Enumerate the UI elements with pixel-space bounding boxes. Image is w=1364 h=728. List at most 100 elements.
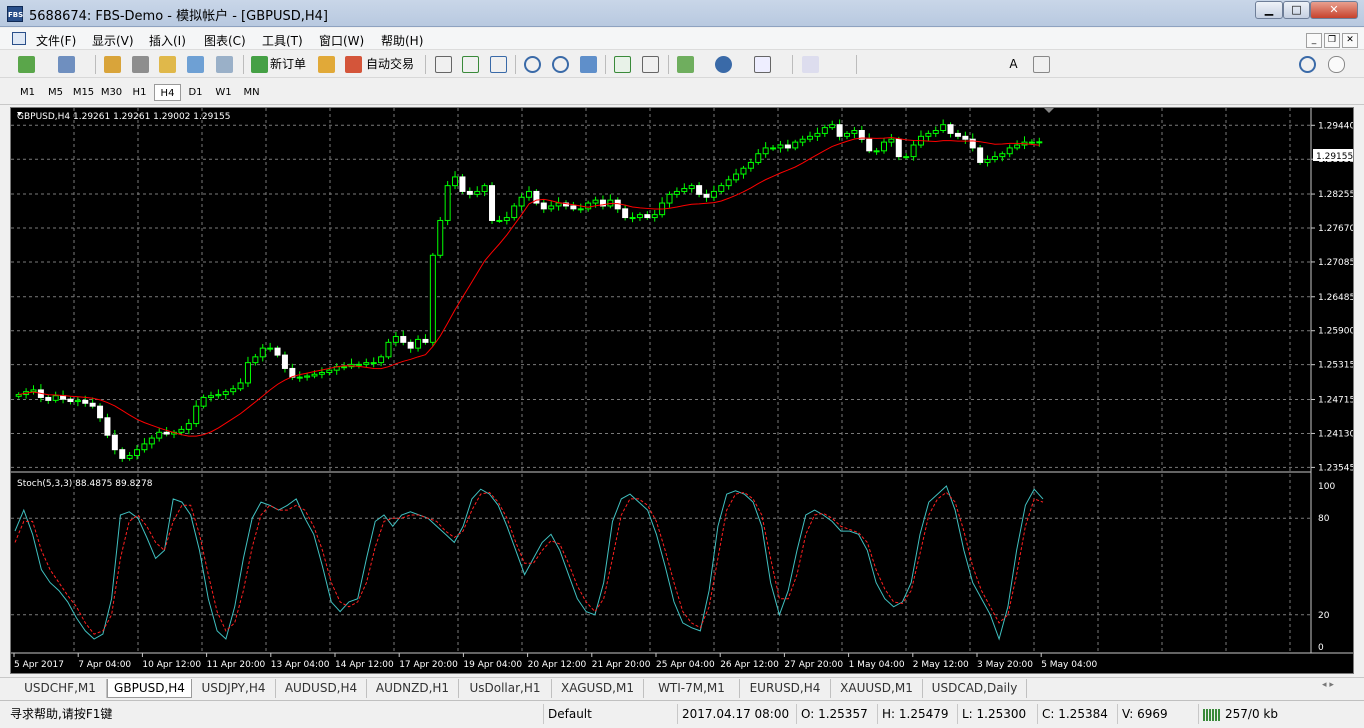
timeframe-h1[interactable]: H1 [126, 84, 153, 101]
timeframe-m15[interactable]: M15 [70, 84, 97, 101]
vertical-line-icon[interactable] [865, 56, 882, 73]
chat-icon[interactable] [1328, 56, 1345, 73]
market-watch-icon[interactable] [104, 56, 121, 73]
search-icon[interactable] [1299, 56, 1316, 73]
symbol-tab[interactable]: AUDUSD,H4 [276, 679, 367, 698]
menu-charts[interactable]: 图表(C) [204, 32, 246, 49]
time-tick-label: 25 Apr 04:00 [656, 660, 715, 670]
candlestick-chart-icon[interactable] [462, 56, 479, 73]
price-tick-label: 1.25315 [1318, 361, 1353, 371]
title-bar: FBS 5688674: FBS-Demo - 模拟帐户 - [GBPUSD,H… [0, 0, 1364, 27]
profiles-icon[interactable] [58, 56, 75, 73]
autoscroll-icon[interactable] [614, 56, 631, 73]
tab-scroll-arrows-icon[interactable]: ◂ ▸ [1322, 680, 1334, 690]
candle-body [193, 405, 200, 425]
horizontal-line-icon[interactable] [893, 56, 910, 73]
candle-body [555, 202, 562, 207]
cursor-icon[interactable] [802, 56, 819, 73]
templates-icon[interactable] [754, 56, 771, 73]
metaeditor-icon[interactable] [318, 56, 335, 73]
zoom-in-icon[interactable] [524, 56, 541, 73]
candle-body [725, 179, 732, 187]
candle-body [111, 434, 118, 451]
timeframe-m1[interactable]: M1 [14, 84, 41, 101]
symbol-tab[interactable]: XAUUSD,M1 [831, 679, 923, 698]
mdi-close-button[interactable]: ✕ [1342, 33, 1358, 48]
standard-toolbar: 新订单 自动交易 A [0, 51, 1364, 78]
menu-file[interactable]: 文件(F) [36, 32, 76, 49]
symbol-tab[interactable]: XAGUSD,M1 [552, 679, 644, 698]
maximize-button[interactable]: □ [1283, 1, 1310, 19]
arrows-icon[interactable] [1061, 56, 1078, 73]
bar-chart-icon[interactable] [435, 56, 452, 73]
text-icon[interactable]: A [1005, 56, 1022, 73]
candle-body [326, 369, 333, 374]
new-order-button[interactable]: 新订单 [270, 55, 306, 74]
status-profile[interactable]: Default [543, 704, 675, 724]
candle-body [355, 363, 362, 366]
data-window-icon[interactable] [132, 56, 149, 73]
menu-view[interactable]: 显示(V) [92, 32, 134, 49]
timeframe-m5[interactable]: M5 [42, 84, 69, 101]
candle-body [548, 205, 555, 210]
indicators-icon[interactable] [677, 56, 694, 73]
mdi-minimize-button[interactable]: _ [1306, 33, 1322, 48]
close-button[interactable]: ✕ [1310, 1, 1358, 19]
strategy-tester-icon[interactable] [216, 56, 233, 73]
menu-window[interactable]: 窗口(W) [319, 32, 364, 49]
periods-icon[interactable] [715, 56, 732, 73]
menu-tools[interactable]: 工具(T) [262, 32, 303, 49]
fibonacci-icon[interactable] [977, 56, 994, 73]
tile-windows-icon[interactable] [580, 56, 597, 73]
navigator-icon[interactable] [159, 56, 176, 73]
menu-bar: 文件(F) 显示(V) 插入(I) 图表(C) 工具(T) 窗口(W) 帮助(H… [0, 28, 1364, 50]
candle-body [977, 147, 984, 163]
terminal-icon[interactable] [187, 56, 204, 73]
candle-body [651, 214, 658, 219]
timeframe-d1[interactable]: D1 [182, 84, 209, 101]
candle-body [244, 362, 251, 384]
timeframe-h4[interactable]: H4 [154, 84, 181, 101]
candle-body [481, 185, 488, 192]
mdi-restore-button[interactable]: ❐ [1324, 33, 1340, 48]
menu-insert[interactable]: 插入(I) [149, 32, 186, 49]
time-tick-label: 10 Apr 12:00 [142, 660, 201, 670]
symbol-tab[interactable]: UsDollar,H1 [459, 679, 552, 698]
timeframe-m30[interactable]: M30 [98, 84, 125, 101]
zoom-out-icon[interactable] [552, 56, 569, 73]
text-label-icon[interactable] [1033, 56, 1050, 73]
symbol-tab[interactable]: USDJPY,H4 [192, 679, 276, 698]
symbol-tab[interactable]: USDCAD,Daily [923, 679, 1027, 698]
auto-trading-icon[interactable] [345, 56, 362, 73]
candle-body [67, 398, 74, 403]
minimize-button[interactable]: ▁ [1255, 1, 1283, 19]
candle-body [777, 144, 784, 149]
candle-body [237, 382, 244, 390]
timeframe-w1[interactable]: W1 [210, 84, 237, 101]
symbol-tab[interactable]: EURUSD,H4 [740, 679, 831, 698]
line-chart-icon[interactable] [490, 56, 507, 73]
trendline-icon[interactable] [921, 56, 938, 73]
crosshair-icon[interactable] [830, 56, 847, 73]
chart-window[interactable]: 1.294401.288551.282551.276701.270851.264… [10, 107, 1354, 674]
symbol-tab[interactable]: AUDNZD,H1 [367, 679, 459, 698]
chart-canvas[interactable]: 1.294401.288551.282551.276701.270851.264… [11, 108, 1353, 673]
candle-body [954, 132, 961, 137]
stoch-tick-label: 20 [1318, 611, 1330, 621]
candle-body [415, 338, 422, 349]
symbol-tab[interactable]: GBPUSD,H4 [107, 679, 192, 698]
menu-help[interactable]: 帮助(H) [381, 32, 423, 49]
timeframe-toolbar: M1 M5 M15 M30 H1 H4 D1 W1 MN [0, 79, 1364, 105]
auto-trading-button[interactable]: 自动交易 [366, 55, 414, 74]
equidistant-channel-icon[interactable] [949, 56, 966, 73]
chart-shift-icon[interactable] [642, 56, 659, 73]
new-order-icon[interactable] [251, 56, 268, 73]
candle-body [437, 219, 444, 256]
symbol-tab[interactable]: WTI-7M,M1 [644, 679, 740, 698]
new-chart-icon[interactable] [18, 56, 35, 73]
candle-body [755, 153, 762, 163]
candle-body [762, 147, 769, 155]
time-tick-label: 7 Apr 04:00 [78, 660, 131, 670]
timeframe-mn[interactable]: MN [238, 84, 265, 101]
symbol-tab[interactable]: USDCHF,M1 [14, 679, 107, 698]
